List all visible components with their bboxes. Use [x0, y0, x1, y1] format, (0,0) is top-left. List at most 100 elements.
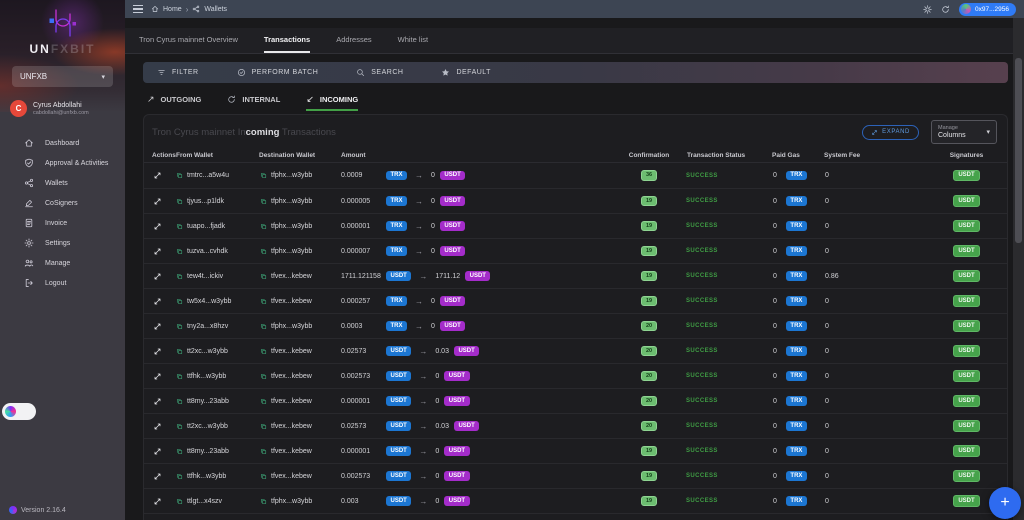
- copy-icon[interactable]: [176, 223, 183, 230]
- copy-icon[interactable]: [176, 373, 183, 380]
- sidebar-item-invoice[interactable]: Invoice: [0, 213, 125, 233]
- copy-icon[interactable]: [260, 172, 267, 179]
- scrollbar-thumb[interactable]: [1015, 58, 1022, 243]
- expand-row-icon[interactable]: [153, 397, 162, 406]
- from-wallet-address[interactable]: tt2xc...w3ybb: [187, 348, 228, 355]
- copy-icon[interactable]: [260, 373, 267, 380]
- destination-wallet-address[interactable]: tfphx...w3ybb: [271, 323, 312, 330]
- tab-internal[interactable]: INTERNAL: [227, 92, 280, 111]
- expand-row-icon[interactable]: [153, 472, 162, 481]
- default-button[interactable]: DEFAULT: [441, 68, 491, 77]
- widget-launcher-button[interactable]: [2, 403, 36, 420]
- copy-icon[interactable]: [176, 448, 183, 455]
- copy-icon[interactable]: [176, 398, 183, 405]
- copy-icon[interactable]: [260, 398, 267, 405]
- perform-batch-button[interactable]: PERFORM BATCH: [237, 68, 319, 77]
- copy-icon[interactable]: [260, 448, 267, 455]
- copy-icon[interactable]: [260, 498, 267, 505]
- expand-row-icon[interactable]: [153, 372, 162, 381]
- from-wallet-address[interactable]: tuzva...cvhdk: [187, 248, 228, 255]
- from-wallet-address[interactable]: tw5x4...w3ybb: [187, 298, 231, 305]
- from-wallet-address[interactable]: tmtrc...a5w4u: [187, 172, 229, 179]
- sidebar-item-dashboard[interactable]: Dashboard: [0, 133, 125, 153]
- menu-toggle-icon[interactable]: [133, 5, 143, 13]
- connected-wallet-button[interactable]: 0x97...2956: [959, 3, 1016, 16]
- expand-row-icon[interactable]: [153, 422, 162, 431]
- breadcrumb-item-home[interactable]: Home: [151, 5, 182, 13]
- expand-row-icon[interactable]: [153, 247, 162, 256]
- sidebar-item-wallets[interactable]: Wallets: [0, 173, 125, 193]
- sidebar-item-manage[interactable]: Manage: [0, 253, 125, 273]
- expand-row-icon[interactable]: [153, 197, 162, 206]
- from-wallet-address[interactable]: ttfhk...w3ybb: [187, 373, 226, 380]
- expand-row-icon[interactable]: [153, 497, 162, 506]
- tab-tron-cyrus-mainnet-overview[interactable]: Tron Cyrus mainnet Overview: [139, 28, 238, 53]
- expand-row-icon[interactable]: [153, 322, 162, 331]
- copy-icon[interactable]: [260, 198, 267, 205]
- from-wallet-address[interactable]: ttfhk...w3ybb: [187, 473, 226, 480]
- from-wallet-address[interactable]: tuapo...fjadk: [187, 223, 225, 230]
- copy-icon[interactable]: [260, 323, 267, 330]
- from-wallet-address[interactable]: tt8my...23abb: [187, 398, 229, 405]
- from-wallet-address[interactable]: tew4t...ickiv: [187, 273, 223, 280]
- copy-icon[interactable]: [260, 248, 267, 255]
- sidebar-item-approval-activities[interactable]: Approval & Activities: [0, 153, 125, 173]
- from-wallet-address[interactable]: tt8my...23abb: [187, 448, 229, 455]
- copy-icon[interactable]: [176, 498, 183, 505]
- copy-icon[interactable]: [260, 423, 267, 430]
- destination-wallet-address[interactable]: tfvex...kebew: [271, 373, 312, 380]
- search-button[interactable]: SEARCH: [356, 68, 403, 77]
- expand-row-icon[interactable]: [153, 347, 162, 356]
- copy-icon[interactable]: [260, 223, 267, 230]
- copy-icon[interactable]: [176, 248, 183, 255]
- copy-icon[interactable]: [176, 172, 183, 179]
- expand-row-icon[interactable]: [153, 447, 162, 456]
- copy-icon[interactable]: [176, 348, 183, 355]
- destination-wallet-address[interactable]: tfphx...w3ybb: [271, 223, 312, 230]
- from-wallet-address[interactable]: ttlgt...x4szv: [187, 498, 222, 505]
- theme-toggle-sun-icon[interactable]: [923, 5, 932, 14]
- from-wallet-address[interactable]: tjyus...p1ldk: [187, 198, 224, 205]
- copy-icon[interactable]: [176, 323, 183, 330]
- tab-white-list[interactable]: White list: [398, 28, 428, 53]
- destination-wallet-address[interactable]: tfphx...w3ybb: [271, 248, 312, 255]
- expand-row-icon[interactable]: [153, 272, 162, 281]
- tab-transactions[interactable]: Transactions: [264, 28, 310, 53]
- filter-button[interactable]: FILTER: [157, 68, 199, 77]
- sidebar-item-cosigners[interactable]: CoSigners: [0, 193, 125, 213]
- destination-wallet-address[interactable]: tfvex...kebew: [271, 423, 312, 430]
- expand-row-icon[interactable]: [153, 171, 162, 180]
- copy-icon[interactable]: [176, 198, 183, 205]
- copy-icon[interactable]: [176, 298, 183, 305]
- destination-wallet-address[interactable]: tfvex...kebew: [271, 298, 312, 305]
- tab-addresses[interactable]: Addresses: [336, 28, 371, 53]
- vertical-scrollbar[interactable]: [1013, 18, 1024, 520]
- expand-row-icon[interactable]: [153, 222, 162, 231]
- destination-wallet-address[interactable]: tfphx...w3ybb: [271, 172, 312, 179]
- copy-icon[interactable]: [260, 273, 267, 280]
- user-profile[interactable]: C Cyrus Abdollahi cabdollahi@unfxb.com: [0, 100, 125, 117]
- tab-outgoing[interactable]: ↗OUTGOING: [147, 92, 201, 111]
- refresh-icon[interactable]: [941, 5, 950, 14]
- destination-wallet-address[interactable]: tfvex...kebew: [271, 473, 312, 480]
- copy-icon[interactable]: [176, 423, 183, 430]
- destination-wallet-address[interactable]: tfvex...kebew: [271, 398, 312, 405]
- from-wallet-address[interactable]: tny2a...x8hzv: [187, 323, 228, 330]
- destination-wallet-address[interactable]: tfvex...kebew: [271, 273, 312, 280]
- sidebar-item-settings[interactable]: Settings: [0, 233, 125, 253]
- add-button[interactable]: +: [989, 487, 1021, 519]
- organization-select[interactable]: UNFXB ▾: [12, 66, 113, 87]
- destination-wallet-address[interactable]: tfphx...w3ybb: [271, 498, 312, 505]
- destination-wallet-address[interactable]: tfvex...kebew: [271, 448, 312, 455]
- copy-icon[interactable]: [260, 348, 267, 355]
- expand-button[interactable]: EXPAND: [862, 125, 919, 140]
- copy-icon[interactable]: [260, 298, 267, 305]
- copy-icon[interactable]: [176, 473, 183, 480]
- manage-columns-select[interactable]: Manage Columns ▾: [931, 120, 997, 144]
- copy-icon[interactable]: [260, 473, 267, 480]
- expand-row-icon[interactable]: [153, 297, 162, 306]
- copy-icon[interactable]: [176, 273, 183, 280]
- destination-wallet-address[interactable]: tfvex...kebew: [271, 348, 312, 355]
- breadcrumb-item-wallets[interactable]: Wallets: [192, 5, 227, 13]
- sidebar-item-logout[interactable]: Logout: [0, 273, 125, 293]
